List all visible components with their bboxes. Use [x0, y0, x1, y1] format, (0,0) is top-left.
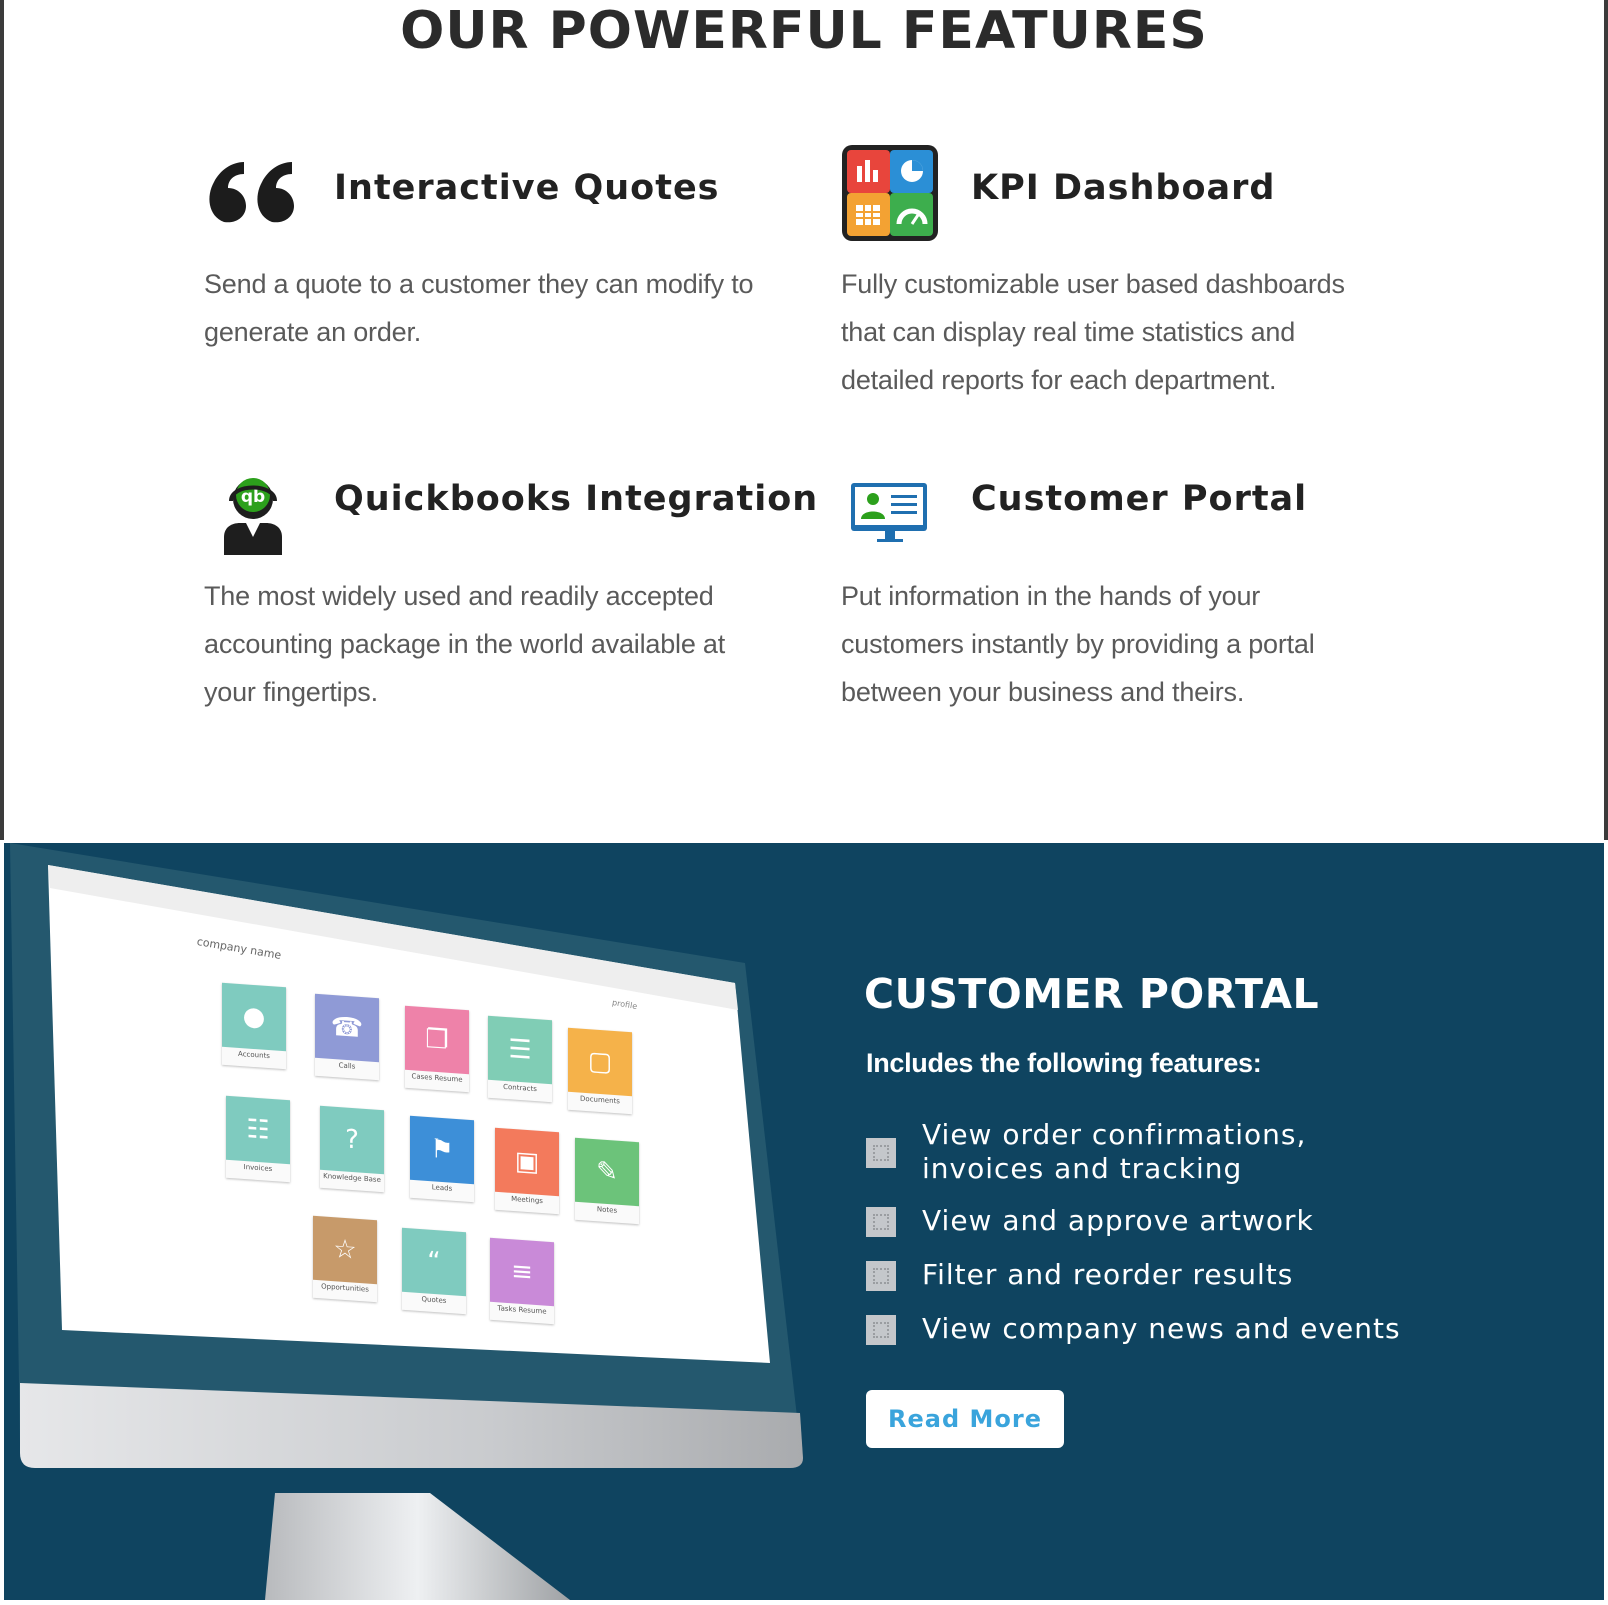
description-line: that can display real time statistics an…	[841, 317, 1296, 347]
app-tile-icon: ✎	[575, 1137, 639, 1207]
app-tile-icon: ☰	[488, 1015, 552, 1085]
list-item-text: View order confirmations, invoices and tr…	[922, 1118, 1307, 1185]
app-tile: ☎ Calls	[315, 993, 379, 1081]
feature-description: The most widely used and readily accepte…	[204, 572, 725, 716]
list-item-text: View and approve artwork	[922, 1204, 1314, 1237]
app-tile-icon: ☆	[313, 1215, 377, 1285]
page-title: OUR POWERFUL FEATURES	[400, 1, 1208, 61]
feature-title: KPI Dashboard	[971, 168, 1276, 208]
description-line: Fully customizable user based dashboards	[841, 269, 1345, 299]
page-border-left	[0, 0, 4, 840]
app-tile: ▣ Meetings	[495, 1127, 559, 1215]
quote-icon	[204, 144, 302, 242]
portal-title: CUSTOMER PORTAL	[864, 970, 1320, 1018]
app-tile-icon: ▣	[495, 1127, 559, 1197]
app-tile-icon: ☷	[226, 1095, 290, 1165]
feature-description: Fully customizable user based dashboards…	[841, 260, 1345, 404]
app-tile: ⚑ Leads	[410, 1115, 474, 1203]
description-line: detailed reports for each department.	[841, 365, 1277, 395]
monitor-stand	[265, 1493, 570, 1600]
description-line: customers instantly by providing a porta…	[841, 629, 1315, 659]
feature-title: Customer Portal	[971, 479, 1308, 519]
description-line: your fingertips.	[204, 677, 378, 707]
app-tile: ▢ Documents	[568, 1027, 632, 1115]
list-item-text: Filter and reorder results	[922, 1258, 1294, 1291]
monitor-illustration	[0, 843, 820, 1600]
description-line: Put information in the hands of your	[841, 581, 1261, 611]
quickbooks-icon: qb	[204, 465, 302, 563]
app-tile-icon: ▢	[568, 1027, 632, 1097]
read-more-button[interactable]: Read More	[866, 1390, 1064, 1448]
app-tile-icon: ≡	[490, 1237, 554, 1307]
description-line: between your business and theirs.	[841, 677, 1245, 707]
description-line: generate an order.	[204, 317, 422, 347]
app-tile: ☆ Opportunities	[313, 1215, 377, 1303]
app-tile: ● Accounts	[222, 982, 286, 1070]
feature-description: Send a quote to a customer they can modi…	[204, 260, 754, 356]
checkbox-icon	[866, 1315, 896, 1345]
checkbox-icon	[866, 1138, 896, 1168]
feature-description: Put information in the hands of your cus…	[841, 572, 1315, 716]
app-tile: “Quotes	[402, 1227, 466, 1315]
app-tile-icon: “	[402, 1227, 466, 1297]
app-tile: ☰ Contracts	[488, 1015, 552, 1103]
description-line: Send a quote to a customer they can modi…	[204, 269, 754, 299]
description-line: The most widely used and readily accepte…	[204, 581, 714, 611]
customer-portal-icon	[841, 465, 939, 563]
portal-subtitle: Includes the following features:	[866, 1048, 1262, 1078]
page-border-right	[1604, 0, 1608, 840]
app-tile: ✎ Notes	[575, 1137, 639, 1225]
feature-title: Quickbooks Integration	[334, 479, 819, 519]
app-tile-icon: ⚑	[410, 1115, 474, 1185]
app-tile: ≡ Tasks Resume	[490, 1237, 554, 1325]
checkbox-icon	[866, 1261, 896, 1291]
checkbox-icon	[866, 1207, 896, 1237]
kpi-dashboard-icon	[841, 144, 939, 242]
app-tile-icon: ❐	[405, 1005, 469, 1075]
description-line: accounting package in the world availabl…	[204, 629, 726, 659]
feature-title: Interactive Quotes	[334, 168, 720, 208]
app-tile: ? Knowledge Base	[320, 1105, 384, 1193]
app-tile: ☷ Invoices	[226, 1095, 290, 1183]
app-tile: ❐ Cases Resume	[405, 1005, 469, 1093]
app-tile-icon: ☎	[315, 993, 379, 1063]
app-tile-icon: ?	[320, 1105, 384, 1175]
app-tile-icon: ●	[222, 982, 286, 1052]
list-item-text: View company news and events	[922, 1312, 1401, 1345]
